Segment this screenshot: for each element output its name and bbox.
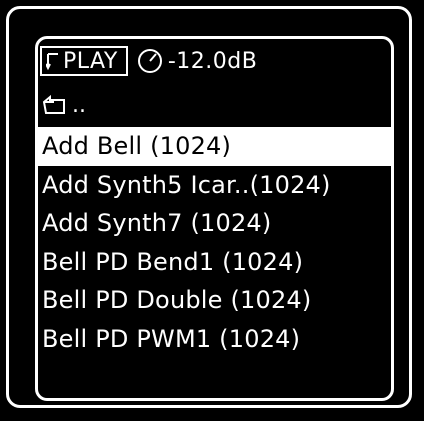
- list-item[interactable]: Bell PD Double (1024): [38, 281, 391, 320]
- play-label: PLAY: [63, 48, 118, 74]
- play-arrow-icon: [46, 51, 60, 71]
- file-list: Add Bell (1024) Add Synth5 Icar..(1024) …: [38, 127, 391, 358]
- play-mode-button[interactable]: PLAY: [40, 46, 128, 76]
- file-browser-panel: PLAY -12.0dB .. Add Bell (1024) Add Synt…: [35, 36, 394, 401]
- volume-gauge-icon: [136, 47, 164, 75]
- list-item[interactable]: Add Synth5 Icar..(1024): [38, 166, 391, 205]
- list-item[interactable]: Add Bell (1024): [38, 127, 391, 166]
- folder-up-icon: [42, 94, 68, 116]
- parent-directory-label: ..: [72, 92, 86, 118]
- list-item[interactable]: Add Synth7 (1024): [38, 204, 391, 243]
- device-screen: PLAY -12.0dB .. Add Bell (1024) Add Synt…: [0, 0, 424, 421]
- parent-directory-item[interactable]: ..: [42, 89, 86, 121]
- volume-level: -12.0dB: [167, 48, 258, 74]
- list-item[interactable]: Bell PD PWM1 (1024): [38, 320, 391, 359]
- list-item[interactable]: Bell PD Bend1 (1024): [38, 243, 391, 282]
- status-bar: PLAY -12.0dB: [40, 43, 390, 79]
